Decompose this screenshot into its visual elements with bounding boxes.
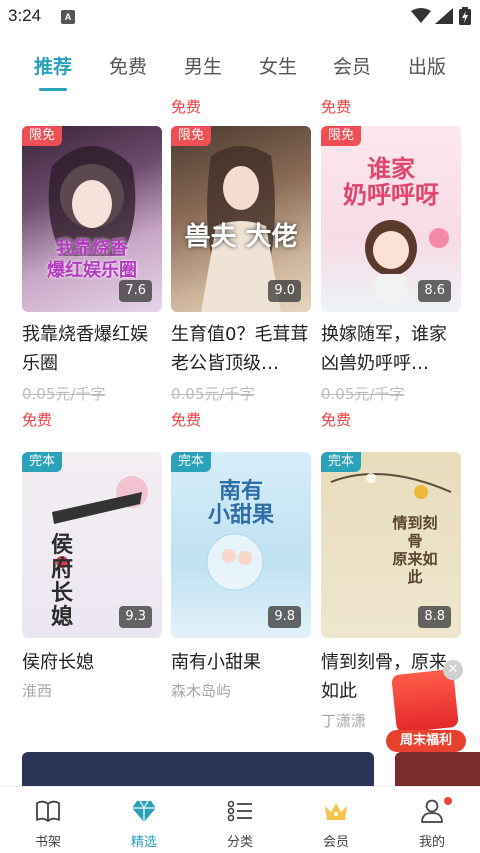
close-icon[interactable]: ✕ — [443, 660, 463, 680]
book-cover[interactable]: 情到刻骨 原来如此 完本 8.8 — [321, 452, 461, 638]
book-title[interactable]: 南有小甜果 — [171, 648, 311, 677]
promo-label: 周末福利 — [386, 730, 466, 752]
free-tag: 免费 — [22, 411, 53, 429]
tab-publish[interactable]: 出版 — [392, 52, 462, 79]
free-tag: 免费 — [321, 411, 352, 429]
active-tab-indicator — [39, 88, 67, 91]
nav-label: 我的 — [418, 835, 445, 850]
user-icon — [421, 799, 443, 823]
book-title[interactable]: 生育值0？毛茸茸老公皆顶级… — [171, 320, 311, 378]
free-tag: 免费 — [321, 98, 352, 116]
diamond-icon — [132, 800, 156, 822]
score-badge: 8.8 — [418, 606, 451, 628]
book-author: 森木岛屿 — [171, 682, 232, 700]
cover-title: 谁家 奶呼呼呀 — [343, 155, 439, 209]
free-tag: 免费 — [171, 98, 202, 116]
complete-badge: 完本 — [171, 452, 212, 472]
cover-title: 侯府长媳 — [50, 533, 73, 630]
book-title[interactable]: 侯府长媳 — [22, 648, 162, 677]
book-author: 丁潇潇 — [321, 712, 367, 730]
book-title[interactable]: 我靠烧香爆红娱乐圈 — [22, 320, 162, 378]
score-badge: 8.6 — [418, 280, 451, 302]
score-badge: 9.0 — [268, 280, 301, 302]
status-bar: 3:24 A — [0, 0, 480, 34]
score-badge: 9.8 — [268, 606, 301, 628]
book-icon — [36, 800, 60, 822]
tab-recommend[interactable]: 推荐 — [18, 52, 88, 79]
battery-icon — [459, 7, 471, 25]
limited-free-badge: 限免 — [321, 126, 362, 146]
nav-label: 分类 — [226, 835, 253, 850]
cover-title: 情到刻骨 原来如此 — [392, 514, 438, 586]
bottom-nav: 书架 精选 分类 会员 我的 — [0, 786, 480, 853]
book-price: 0.05元/千字 — [171, 385, 255, 403]
nav-category[interactable]: 分类 — [192, 787, 288, 853]
list-icon — [227, 800, 252, 822]
notification-dot — [444, 797, 452, 805]
status-time: 3:24 — [8, 6, 42, 25]
complete-badge: 完本 — [321, 452, 362, 472]
free-tag: 免费 — [171, 411, 202, 429]
score-badge: 9.3 — [119, 606, 152, 628]
book-price: 0.05元/千字 — [22, 385, 106, 403]
nav-bookshelf[interactable]: 书架 — [0, 787, 96, 853]
tab-vip[interactable]: 会员 — [317, 52, 387, 79]
nav-label: 精选 — [130, 835, 157, 850]
limited-free-badge: 限免 — [171, 126, 212, 146]
signal-icon — [435, 8, 453, 24]
limited-free-badge: 限免 — [22, 126, 63, 146]
cover-title: 我靠烧香 爆红娱乐圈 — [47, 238, 137, 281]
book-price: 0.05元/千字 — [321, 385, 405, 403]
crown-icon — [325, 803, 347, 820]
book-cover[interactable]: 侯府长媳 完本 9.3 — [22, 452, 162, 638]
nav-mine[interactable]: 我的 — [384, 787, 480, 853]
nav-label: 书架 — [34, 835, 61, 850]
nav-featured[interactable]: 精选 — [96, 787, 192, 853]
nav-label: 会员 — [322, 835, 349, 850]
tab-free[interactable]: 免费 — [93, 52, 163, 79]
book-cover[interactable]: 兽夫 大佬 限免 9.0 — [171, 126, 311, 312]
cover-title: 南有 小甜果 — [207, 479, 274, 528]
weekend-promo[interactable]: 周末福利 ✕ — [386, 660, 466, 756]
notification-icon: A — [61, 10, 75, 24]
book-cover[interactable]: 我靠烧香 爆红娱乐圈 限免 7.6 — [22, 126, 162, 312]
wifi-icon — [411, 8, 431, 23]
book-cover[interactable]: 南有 小甜果 完本 9.8 — [171, 452, 311, 638]
nav-vip[interactable]: 会员 — [288, 787, 384, 853]
tab-female[interactable]: 女生 — [243, 52, 313, 79]
cover-title: 兽夫 大佬 — [184, 222, 298, 252]
complete-badge: 完本 — [22, 452, 63, 472]
category-tabs: 推荐 免费 男生 女生 会员 出版 — [0, 44, 480, 94]
tab-male[interactable]: 男生 — [168, 52, 238, 79]
book-title[interactable]: 换嫁随军，谁家凶兽奶呼呼… — [321, 320, 461, 378]
book-cover[interactable]: 谁家 奶呼呼呀 限免 8.6 — [321, 126, 461, 312]
book-author: 淮西 — [22, 682, 53, 700]
score-badge: 7.6 — [119, 280, 152, 302]
